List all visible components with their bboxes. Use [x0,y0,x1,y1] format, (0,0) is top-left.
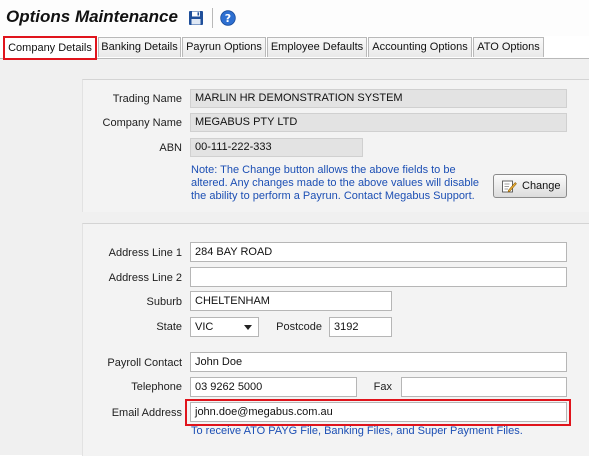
tab-accounting-options[interactable]: Accounting Options [368,37,472,57]
abn-field: 00-111-222-333 [190,138,363,157]
trading-name-field: MARLIN HR DEMONSTRATION SYSTEM [190,89,567,108]
content-area: Trading Name MARLIN HR DEMONSTRATION SYS… [0,59,589,456]
telephone-input[interactable]: 03 9262 5000 [190,377,357,397]
state-label: State [156,321,182,333]
title-bar: Options Maintenance ? [0,0,589,36]
fax-label: Fax [373,381,392,393]
chevron-down-icon [244,325,252,330]
help-icon[interactable]: ? [220,10,236,26]
telephone-label: Telephone [131,381,182,393]
address-line2-label: Address Line 2 [108,272,182,284]
svg-text:?: ? [225,12,231,25]
tab-company-details[interactable]: Company Details [3,36,97,60]
edit-icon [501,178,517,197]
tab-strip: Company Details Banking Details Payrun O… [0,36,589,60]
change-button-label: Change [522,180,561,192]
address-line1-input[interactable]: 284 BAY ROAD [190,242,567,262]
address-line2-input[interactable] [190,267,567,287]
fax-input[interactable] [401,377,567,397]
postcode-input[interactable]: 3192 [329,317,392,337]
tab-payrun-options[interactable]: Payrun Options [182,37,266,57]
state-select[interactable]: VIC [190,317,259,337]
state-select-value: VIC [195,321,214,333]
tab-ato-options[interactable]: ATO Options [473,37,544,57]
email-address-label: Email Address [111,407,182,419]
toolbar-separator [212,8,213,28]
tab-employee-defaults[interactable]: Employee Defaults [267,37,367,57]
payroll-contact-input[interactable]: John Doe [190,352,567,372]
page-title: Options Maintenance [6,7,178,26]
suburb-label: Suburb [146,296,182,308]
suburb-input[interactable]: CHELTENHAM [190,291,392,311]
floppy-disk-icon[interactable] [188,10,204,26]
email-highlight-box [185,399,571,426]
tab-banking-details[interactable]: Banking Details [98,37,181,57]
trading-name-label: Trading Name [112,93,182,105]
postcode-label: Postcode [276,321,322,333]
address-line1-label: Address Line 1 [108,247,182,259]
payroll-contact-label: Payroll Contact [107,357,182,369]
change-note: Note: The Change button allows the above… [191,164,480,202]
email-note: To receive ATO PAYG File, Banking Files,… [191,425,523,437]
abn-label: ABN [159,142,182,154]
company-name-field: MEGABUS PTY LTD [190,113,567,132]
change-button[interactable]: Change [493,174,567,198]
company-name-label: Company Name [102,117,182,129]
